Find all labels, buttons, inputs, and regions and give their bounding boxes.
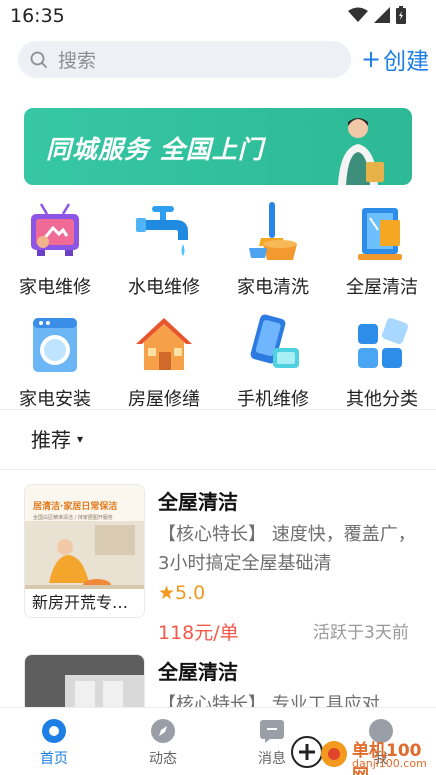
status-icons bbox=[348, 6, 406, 24]
watermark-sub: danji100.com bbox=[352, 757, 427, 770]
service-description: 【核心特长】 专业工具应对 bbox=[158, 694, 380, 707]
category-label: 家电安装 bbox=[19, 389, 91, 410]
home-icon bbox=[42, 719, 66, 743]
category-other[interactable]: 其他分类 bbox=[327, 312, 436, 411]
house-icon bbox=[136, 318, 192, 370]
service-description: 【核心特长】 速度快，覆盖广，3小时搞定全屋基础清 bbox=[158, 524, 416, 574]
service-thumbnail[interactable] bbox=[24, 654, 145, 707]
service-thumbnail[interactable]: 居清洁·家居日常保洁 全国白区精准清洁 / 持家居图开服务 新房开荒专… bbox=[24, 484, 145, 618]
category-appliance-repair[interactable]: 家电维修 bbox=[0, 200, 110, 299]
service-title: 全屋清洁 bbox=[158, 660, 238, 684]
category-label: 其他分类 bbox=[346, 389, 418, 410]
category-appliance-install[interactable]: 家电安装 bbox=[0, 312, 110, 411]
nav-label: 首页 bbox=[40, 751, 68, 767]
nav-home[interactable]: 首页 bbox=[24, 718, 84, 768]
promo-banner[interactable]: 同城服务 全国上门 bbox=[24, 108, 412, 185]
grid-icon bbox=[358, 318, 408, 368]
category-plumbing-repair[interactable]: 水电维修 bbox=[109, 200, 219, 299]
thumb-headline: 居清洁·家居日常保洁 bbox=[33, 502, 118, 512]
thumb-subline: 全国白区精准清洁 / 持家居图开服务 bbox=[33, 515, 113, 521]
search-input[interactable]: 搜索 bbox=[18, 41, 351, 78]
wifi-icon bbox=[348, 7, 368, 22]
category-label: 水电维修 bbox=[128, 277, 200, 298]
status-bar: 16:35 bbox=[0, 0, 436, 34]
nav-label: 动态 bbox=[149, 751, 177, 767]
cleaning-room-image bbox=[25, 655, 144, 707]
nav-feed[interactable]: 动态 bbox=[133, 718, 193, 768]
category-label: 房屋修缮 bbox=[128, 389, 200, 410]
create-label: 创建 bbox=[383, 49, 430, 75]
washing-machine-icon bbox=[33, 318, 77, 372]
thumb-caption: 新房开荒专… bbox=[25, 589, 144, 617]
compass-icon bbox=[151, 719, 175, 743]
category-appliance-cleaning[interactable]: 家电清洗 bbox=[218, 200, 328, 299]
category-phone-repair[interactable]: 手机维修 bbox=[218, 312, 328, 411]
category-whole-house-cleaning[interactable]: 全屋清洁 bbox=[327, 200, 436, 299]
service-price: 118元/单 bbox=[158, 622, 239, 644]
category-label: 家电清洗 bbox=[237, 277, 309, 298]
recommend-label: 推荐 bbox=[31, 428, 71, 452]
caret-down-icon: ▾ bbox=[77, 431, 84, 446]
service-card[interactable]: 全屋清洁 【核心特长】 专业工具应对 bbox=[0, 654, 436, 707]
category-house-repair[interactable]: 房屋修缮 bbox=[109, 312, 219, 411]
category-label: 全屋清洁 bbox=[346, 277, 418, 298]
recommend-dropdown[interactable]: 推荐 ▾ bbox=[31, 424, 83, 453]
status-time: 16:35 bbox=[10, 5, 65, 27]
battery-icon bbox=[396, 6, 406, 24]
signal-icon bbox=[374, 7, 390, 23]
service-active-time: 活跃于3天前 bbox=[313, 623, 409, 643]
mop-bucket-icon bbox=[249, 202, 297, 260]
message-icon bbox=[260, 720, 284, 743]
phone-repair-icon bbox=[250, 314, 299, 368]
service-title: 全屋清洁 bbox=[158, 490, 238, 514]
section-divider bbox=[0, 469, 436, 470]
banner-text: 同城服务 全国上门 bbox=[46, 135, 264, 164]
category-label: 手机维修 bbox=[237, 389, 309, 410]
plus-icon: + bbox=[361, 45, 382, 73]
service-card[interactable]: 居清洁·家居日常保洁 全国白区精准清洁 / 持家居图开服务 新房开荒专… 全屋清… bbox=[0, 484, 436, 644]
faucet-icon bbox=[136, 206, 188, 256]
category-label: 家电维修 bbox=[19, 277, 91, 298]
section-divider bbox=[0, 409, 436, 410]
cleaner-person-illustration bbox=[338, 118, 384, 185]
window-cleaning-icon bbox=[358, 208, 402, 260]
search-icon bbox=[30, 51, 48, 68]
search-placeholder: 搜索 bbox=[58, 50, 97, 72]
create-button[interactable]: + 创建 bbox=[361, 42, 429, 76]
tv-repair-icon bbox=[31, 203, 79, 256]
service-rating: ★5.0 bbox=[158, 582, 206, 604]
